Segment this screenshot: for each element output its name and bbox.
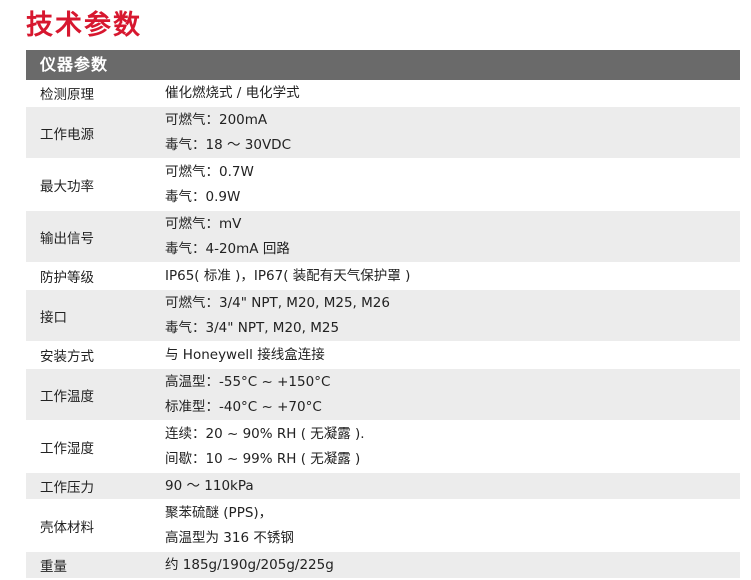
row-value-line: 毒气：0.9W [165, 188, 241, 205]
parameter-table: 仪器参数 检测原理 催化燃烧式 / 电化学式 工作电源 可燃气：200mA 毒气… [26, 50, 740, 579]
row-value: 与 Honeywell 接线盒连接 [165, 343, 740, 368]
row-value: 可燃气：200mA 毒气：18 ～ 30VDC [165, 108, 740, 158]
row-value-line: 可燃气：mV [165, 215, 242, 232]
table-row-operating-pressure: 工作压力 90 ～ 110kPa [26, 473, 740, 500]
row-label: 检测原理 [40, 87, 94, 103]
row-label: 输出信号 [40, 230, 94, 247]
row-value-line: 90 ～ 110kPa [165, 477, 254, 494]
row-label: 重量 [40, 559, 67, 575]
table-row-power-supply: 工作电源 可燃气：200mA 毒气：18 ～ 30VDC [26, 107, 740, 159]
row-value-line: 标准型：-40°C ~ +70°C [165, 398, 322, 415]
row-value-line: 约 185g/190g/205g/225g [165, 556, 334, 573]
row-label: 工作电源 [40, 126, 94, 143]
table-row-interface: 接口 可燃气：3/4" NPT, M20, M25, M26 毒气：3/4" N… [26, 290, 740, 342]
row-value-line: 间歇：10 ~ 99% RH ( 无凝露 ) [165, 450, 361, 467]
row-label: 防护等级 [40, 270, 94, 286]
row-value-line: 催化燃烧式 / 电化学式 [165, 84, 300, 101]
row-label: 接口 [40, 309, 67, 326]
row-value: 可燃气：mV 毒气：4-20mA 回路 [165, 212, 740, 262]
row-value-line: 高温型：-55°C ~ +150°C [165, 373, 331, 390]
table-row-protection-rating: 防护等级 IP65( 标准 )，IP67( 装配有天气保护罩 ) [26, 263, 740, 290]
table-row-output-signal: 输出信号 可燃气：mV 毒气：4-20mA 回路 [26, 211, 740, 263]
table-row-max-power: 最大功率 可燃气：0.7W 毒气：0.9W [26, 159, 740, 211]
row-value: IP65( 标准 )，IP67( 装配有天气保护罩 ) [165, 264, 740, 289]
row-value: 约 185g/190g/205g/225g [165, 553, 740, 578]
page-title: 技术参数 [26, 10, 142, 41]
row-value-line: 与 Honeywell 接线盒连接 [165, 346, 325, 363]
row-value-line: 连续：20 ~ 90% RH ( 无凝露 ). [165, 425, 365, 442]
row-value: 可燃气：3/4" NPT, M20, M25, M26 毒气：3/4" NPT,… [165, 291, 740, 341]
row-value: 催化燃烧式 / 电化学式 [165, 81, 740, 106]
row-label: 最大功率 [40, 178, 94, 195]
section-header: 仪器参数 [26, 50, 740, 80]
row-value-line: 毒气：3/4" NPT, M20, M25 [165, 319, 340, 336]
row-value-line: 聚苯硫醚 (PPS)， [165, 504, 273, 521]
row-value-line: 毒气：18 ～ 30VDC [165, 136, 291, 153]
row-value-line: IP65( 标准 )，IP67( 装配有天气保护罩 ) [165, 267, 411, 284]
table-row-detection-principle: 检测原理 催化燃烧式 / 电化学式 [26, 80, 740, 107]
row-value-line: 可燃气：3/4" NPT, M20, M25, M26 [165, 294, 390, 311]
row-value: 连续：20 ~ 90% RH ( 无凝露 ). 间歇：10 ~ 99% RH (… [165, 422, 740, 472]
row-value-line: 毒气：4-20mA 回路 [165, 240, 290, 257]
row-value: 可燃气：0.7W 毒气：0.9W [165, 160, 740, 210]
table-row-installation: 安装方式 与 Honeywell 接线盒连接 [26, 342, 740, 369]
row-label: 工作湿度 [40, 440, 94, 457]
row-value: 90 ～ 110kPa [165, 474, 740, 499]
row-value: 聚苯硫醚 (PPS)， 高温型为 316 不锈钢 [165, 501, 740, 551]
row-value-line: 可燃气：200mA [165, 111, 268, 128]
table-row-operating-temperature: 工作温度 高温型：-55°C ~ +150°C 标准型：-40°C ~ +70°… [26, 369, 740, 421]
table-row-housing-material: 壳体材料 聚苯硫醚 (PPS)， 高温型为 316 不锈钢 [26, 500, 740, 552]
row-value-line: 高温型为 316 不锈钢 [165, 529, 294, 546]
row-value-line: 可燃气：0.7W [165, 163, 254, 180]
row-label: 壳体材料 [40, 519, 94, 536]
row-label: 安装方式 [40, 349, 94, 365]
table-row-weight: 重量 约 185g/190g/205g/225g [26, 552, 740, 579]
table-row-operating-humidity: 工作湿度 连续：20 ~ 90% RH ( 无凝露 ). 间歇：10 ~ 99%… [26, 421, 740, 473]
row-label: 工作温度 [40, 388, 94, 405]
row-value: 高温型：-55°C ~ +150°C 标准型：-40°C ~ +70°C [165, 370, 740, 420]
datasheet-page: 技术参数 仪器参数 检测原理 催化燃烧式 / 电化学式 工作电源 可燃气：200… [0, 0, 751, 580]
row-label: 工作压力 [40, 480, 94, 496]
